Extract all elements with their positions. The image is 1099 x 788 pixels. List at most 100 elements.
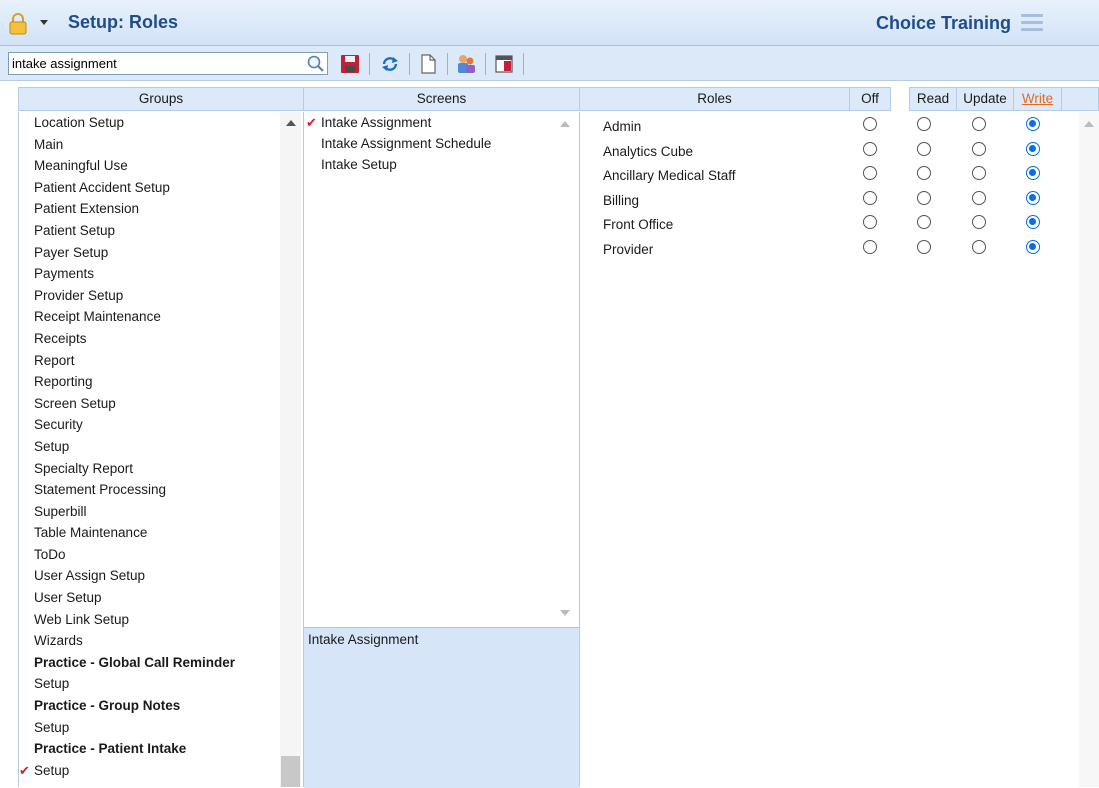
save-icon[interactable]: [339, 53, 361, 75]
group-item[interactable]: Patient Setup: [18, 220, 280, 242]
refresh-icon[interactable]: [379, 53, 401, 75]
hamburger-menu-icon[interactable]: [1021, 14, 1043, 31]
screens-column-header[interactable]: Screens: [303, 87, 580, 111]
write-header-link[interactable]: Write: [1022, 91, 1053, 106]
group-item[interactable]: Location Setup: [18, 112, 280, 134]
radio-read[interactable]: [917, 239, 931, 254]
checkmark-icon: ✔: [19, 762, 30, 778]
radio-write[interactable]: [1026, 215, 1040, 229]
group-item[interactable]: Statement Processing: [18, 479, 280, 501]
group-item[interactable]: Practice - Group Notes: [18, 695, 280, 717]
groups-scrollbar[interactable]: [280, 112, 301, 787]
radio-write[interactable]: [1026, 166, 1040, 180]
screen-item[interactable]: Intake Setup: [304, 154, 549, 175]
group-item[interactable]: Wizards: [18, 630, 280, 652]
group-item-label: Provider Setup: [34, 287, 124, 303]
group-item[interactable]: Provider Setup: [18, 285, 280, 307]
group-item[interactable]: Security: [18, 414, 280, 436]
radio-write[interactable]: [1026, 141, 1040, 156]
group-item[interactable]: Setup: [18, 717, 280, 739]
detail-title: Intake Assignment: [308, 632, 419, 647]
write-column-header[interactable]: Write: [1013, 87, 1062, 111]
group-item[interactable]: Practice - Patient Intake: [18, 738, 280, 760]
group-item[interactable]: Setup: [18, 436, 280, 458]
groups-scroll-up-icon[interactable]: [286, 120, 296, 126]
group-item[interactable]: Patient Extension: [18, 198, 280, 220]
group-item[interactable]: ToDo: [18, 544, 280, 566]
caret-down-icon[interactable]: [40, 20, 48, 25]
screens-scroll-up-icon[interactable]: [560, 121, 570, 127]
group-item[interactable]: Practice - Global Call Reminder: [18, 652, 280, 674]
role-name: Analytics Cube: [603, 143, 694, 159]
group-item[interactable]: ✔ Setup: [18, 760, 280, 782]
update-column-header[interactable]: Update: [956, 87, 1014, 111]
radio-off[interactable]: [863, 190, 877, 205]
group-item-label: Payer Setup: [34, 244, 109, 260]
screens-scrollbar[interactable]: [552, 112, 578, 626]
screen-item[interactable]: Intake Assignment Schedule: [304, 133, 549, 154]
radio-off[interactable]: [863, 141, 877, 156]
lock-icon[interactable]: [9, 13, 27, 35]
group-item[interactable]: Payments: [18, 263, 280, 285]
group-item-label: Specialty Report: [34, 460, 134, 476]
role-row: Front Office: [580, 212, 1080, 237]
toolbar-separator: [485, 53, 486, 75]
group-item[interactable]: Setup: [18, 673, 280, 695]
radio-read[interactable]: [917, 141, 931, 156]
off-column-header[interactable]: Off: [849, 87, 891, 111]
group-item-label: Payments: [34, 266, 95, 282]
radio-read[interactable]: [917, 166, 931, 180]
search-input[interactable]: [12, 55, 297, 72]
group-item[interactable]: Screen Setup: [18, 393, 280, 415]
group-item[interactable]: Payer Setup: [18, 242, 280, 264]
user-roles-icon[interactable]: [455, 53, 477, 75]
radio-off[interactable]: [863, 215, 877, 229]
groups-scroll-thumb[interactable]: [281, 756, 300, 787]
group-item[interactable]: Meaningful Use: [18, 155, 280, 177]
radio-off[interactable]: [863, 166, 877, 180]
search-icon[interactable]: [306, 54, 325, 73]
radio-write[interactable]: [1026, 190, 1040, 205]
roles-scrollbar[interactable]: [1079, 112, 1099, 787]
radio-read[interactable]: [917, 117, 931, 131]
group-item[interactable]: Report: [18, 350, 280, 372]
group-item[interactable]: Reporting: [18, 371, 280, 393]
group-item[interactable]: User Setup: [18, 587, 280, 609]
radio-read[interactable]: [917, 215, 931, 229]
radio-update[interactable]: [972, 239, 986, 254]
group-item-label: Patient Extension: [34, 201, 140, 217]
group-item[interactable]: User Assign Setup: [18, 565, 280, 587]
group-item[interactable]: Receipt Maintenance: [18, 306, 280, 328]
radio-update[interactable]: [972, 166, 986, 180]
radio-update[interactable]: [972, 215, 986, 229]
group-item[interactable]: Receipts: [18, 328, 280, 350]
screens-scroll-down-icon[interactable]: [560, 610, 570, 616]
group-item[interactable]: Specialty Report: [18, 458, 280, 480]
screen-item-label: Intake Assignment Schedule: [321, 136, 492, 152]
roles-scroll-up-icon[interactable]: [1084, 121, 1094, 127]
radio-update[interactable]: [972, 190, 986, 205]
group-item[interactable]: Main: [18, 134, 280, 156]
radio-update[interactable]: [972, 141, 986, 156]
toolbar: [0, 46, 1099, 81]
search-box: [8, 52, 328, 75]
group-item[interactable]: Patient Accident Setup: [18, 177, 280, 199]
new-document-icon[interactable]: [417, 53, 439, 75]
radio-off[interactable]: [863, 117, 877, 131]
toolbar-separator: [409, 53, 410, 75]
radio-update[interactable]: [972, 117, 986, 131]
header-spacer: [1061, 87, 1099, 111]
radio-read[interactable]: [917, 190, 931, 205]
group-item[interactable]: Table Maintenance: [18, 522, 280, 544]
group-item[interactable]: Superbill: [18, 501, 280, 523]
read-column-header-cell[interactable]: Read: [909, 87, 957, 111]
group-item[interactable]: Web Link Setup: [18, 609, 280, 631]
screen-item[interactable]: ✔ Intake Assignment: [304, 112, 549, 133]
radio-write[interactable]: [1026, 117, 1040, 131]
groups-column-header[interactable]: Groups: [18, 87, 304, 111]
radio-write[interactable]: [1026, 239, 1040, 254]
grid-layout-icon[interactable]: [493, 53, 515, 75]
roles-column-header[interactable]: Roles: [579, 87, 850, 111]
radio-off[interactable]: [863, 239, 877, 254]
group-item-label: Patient Accident Setup: [34, 179, 170, 195]
